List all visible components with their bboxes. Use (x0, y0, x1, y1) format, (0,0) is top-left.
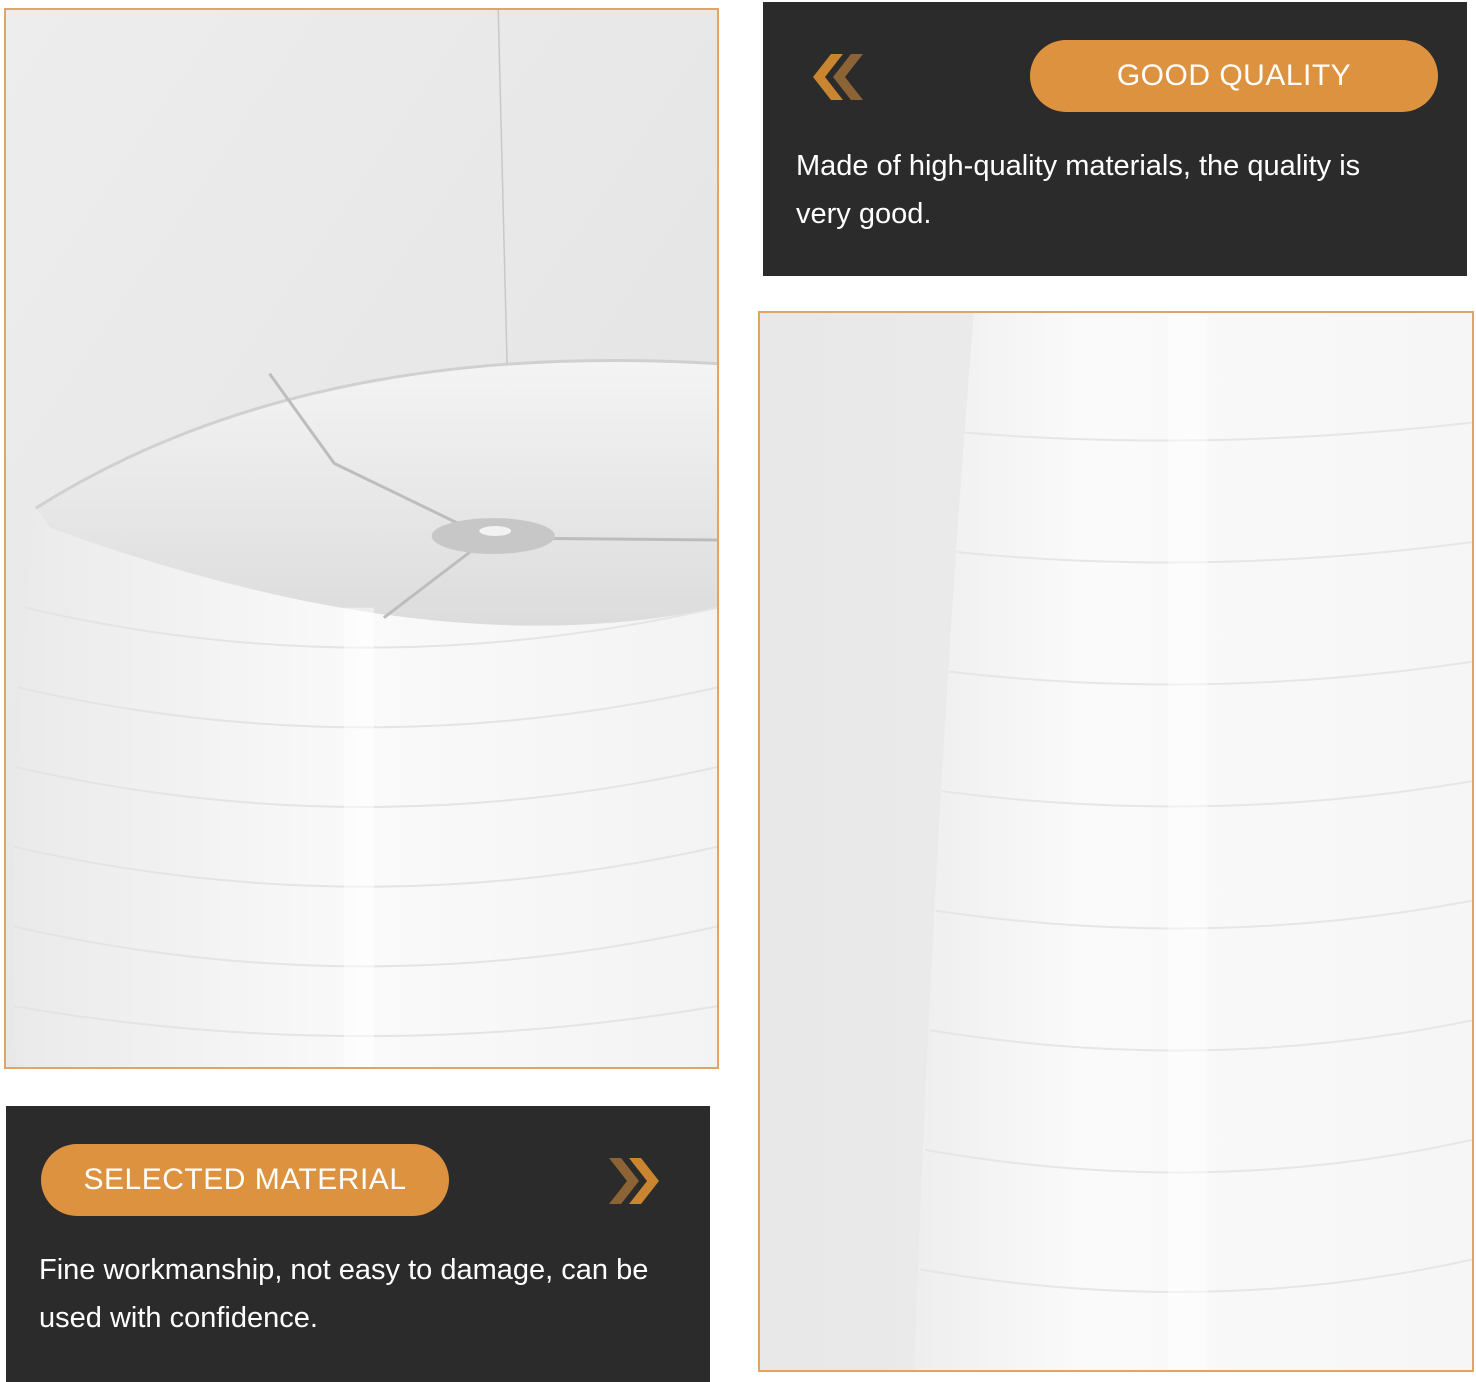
double-chevron-left-icon (813, 54, 863, 100)
selected-material-badge: SELECTED MATERIAL (41, 1144, 449, 1216)
double-chevron-right-icon (609, 1158, 659, 1204)
selected-material-description: Fine workmanship, not easy to damage, ca… (39, 1254, 649, 1334)
lampshade-top-photo (4, 8, 719, 1069)
good-quality-badge: GOOD QUALITY (1030, 40, 1438, 112)
good-quality-panel: GOOD QUALITY Made of high-quality materi… (763, 2, 1467, 276)
lampshade-side-photo (758, 311, 1474, 1372)
selected-material-panel: SELECTED MATERIAL Fine workmanship, not … (6, 1106, 710, 1382)
good-quality-description: Made of high-quality materials, the qual… (796, 150, 1361, 230)
